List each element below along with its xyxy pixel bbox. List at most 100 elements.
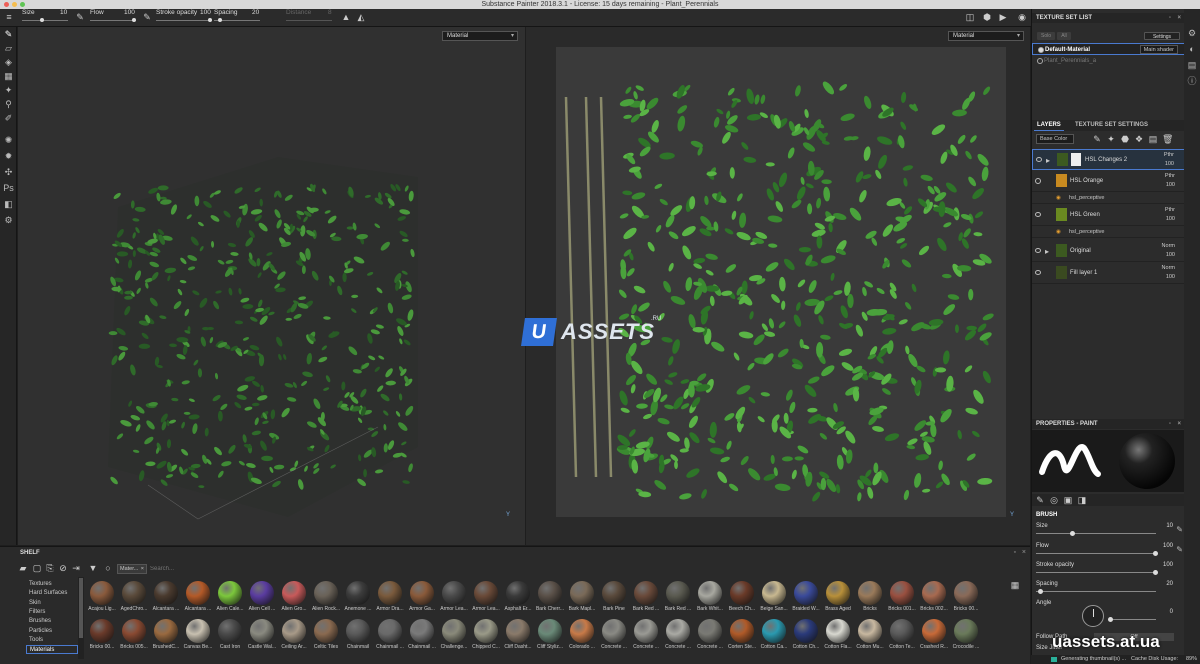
material-thumbnail[interactable]: Chainmail ...	[408, 619, 436, 655]
photoshop-export-icon[interactable]: Ps	[3, 183, 14, 194]
material-thumbnail[interactable]: Alien Gro...	[281, 581, 307, 617]
visibility-eye-icon[interactable]	[1035, 270, 1041, 275]
light-icon[interactable]: ✹	[3, 151, 14, 162]
close-panel-icon[interactable]: ×	[1022, 549, 1026, 556]
blend-mode-select[interactable]: Pthr	[1165, 173, 1175, 179]
grid-view-icon[interactable]: ▦	[1010, 580, 1020, 590]
visibility-eye-icon[interactable]	[1036, 157, 1042, 162]
toolbar-spacing-knob[interactable]	[218, 18, 222, 22]
add-folder-icon[interactable]: ▤	[1148, 134, 1158, 144]
material-thumbnail[interactable]: Bricks 00...	[953, 581, 979, 617]
effect-hsl-perceptive[interactable]: ◉ hsl_perceptive	[1032, 193, 1185, 204]
layer-original[interactable]: ▸ Original Norm 100	[1032, 241, 1185, 262]
prop-angle-knob[interactable]	[1108, 617, 1113, 622]
material-thumbnail[interactable]: Castle Wal...	[248, 619, 276, 655]
toolbar-stroke-slider[interactable]	[156, 20, 212, 21]
radio-icon[interactable]	[1037, 58, 1043, 64]
prop-spacing-slider[interactable]	[1036, 591, 1156, 592]
viewer-settings-icon[interactable]: ▤	[1187, 60, 1197, 70]
settings-dropdown[interactable]: Settings	[1144, 32, 1180, 40]
shelf-category-particles[interactable]: Particles	[26, 627, 78, 636]
material-thumbnail[interactable]: Colorado ...	[569, 619, 595, 655]
polygon-fill-icon[interactable]: ▦	[3, 71, 14, 82]
material-thumbnail[interactable]: Concrete ...	[697, 619, 723, 655]
stencil-tab-icon[interactable]: ▣	[1063, 495, 1073, 505]
blend-mode-select[interactable]: Norm	[1162, 265, 1175, 271]
shelf-category-textures[interactable]: Textures	[26, 580, 78, 589]
cube-view-icon[interactable]: ⬢	[982, 12, 992, 22]
material-thumbnail[interactable]: Celtic Tiles	[313, 619, 339, 655]
prop-stroke-slider[interactable]	[1036, 572, 1156, 573]
window-controls[interactable]	[4, 2, 25, 7]
projection-icon[interactable]: ◈	[3, 57, 14, 68]
material-thumbnail[interactable]: Armor Ga...	[409, 581, 435, 617]
prop-spacing-value[interactable]: 20	[1166, 581, 1173, 587]
clear-filter-icon[interactable]: ○	[103, 563, 113, 573]
toolbar-size-slider[interactable]	[22, 20, 68, 21]
layer-hsl-green[interactable]: HSL Green Pthr 100	[1032, 205, 1185, 226]
prop-size-value[interactable]: 10	[1166, 523, 1173, 529]
add-effect-icon[interactable]: ✎	[1092, 134, 1102, 144]
minimize-window-icon[interactable]	[12, 2, 17, 7]
prop-stroke-knob[interactable]	[1153, 570, 1158, 575]
filter-tag-chip[interactable]: Mater... ×	[117, 564, 147, 574]
toolbar-size-knob[interactable]	[40, 18, 44, 22]
pen-pressure-icon[interactable]: ✎	[75, 12, 85, 22]
camera-video-icon[interactable]: ▶	[998, 12, 1008, 22]
material-thumbnail[interactable]: Asphalt Er...	[505, 581, 531, 617]
material-thumbnail[interactable]: Cotton Te...	[889, 619, 915, 655]
material-thumbnail[interactable]: Chainmail	[345, 619, 371, 655]
add-mask-icon[interactable]: ✦	[1106, 134, 1116, 144]
material-thumbnail[interactable]: Beige San...	[760, 581, 788, 617]
visibility-eye-icon[interactable]	[1035, 248, 1041, 253]
prop-angle-value[interactable]: 0	[1170, 609, 1173, 615]
material-thumbnail[interactable]: Cliff Dasht...	[504, 619, 532, 655]
visibility-off-icon[interactable]	[1035, 178, 1041, 184]
color-picker-icon[interactable]: ✐	[3, 113, 14, 124]
toolbar-flow-knob[interactable]	[132, 18, 136, 22]
material-thumbnail[interactable]: Cliff Styliz...	[537, 619, 563, 655]
opacity-value[interactable]: 100	[1166, 216, 1175, 222]
prop-size-slider[interactable]	[1036, 533, 1156, 534]
material-thumbnail[interactable]: Armor Lea...	[440, 581, 468, 617]
material-thumbnail[interactable]: Chipped C...	[472, 619, 500, 655]
material-thumbnail[interactable]: Braided W...	[792, 581, 820, 617]
new-shelf-icon[interactable]: ▢	[32, 563, 42, 573]
toolbar-flow-slider[interactable]	[90, 20, 136, 21]
paint-brush-icon[interactable]: ✎	[3, 29, 14, 40]
eraser-icon[interactable]: ▱	[3, 43, 14, 54]
remove-tag-icon[interactable]: ×	[141, 565, 144, 573]
pen-pressure-icon[interactable]: ✎	[142, 12, 152, 22]
tab-layers[interactable]: LAYERS	[1034, 120, 1064, 131]
material-thumbnail[interactable]: Alien Rock...	[312, 581, 340, 617]
shader-select[interactable]: Main shader	[1139, 45, 1178, 54]
shelf-category-brushes[interactable]: Brushes	[26, 617, 78, 626]
material-thumbnail[interactable]: Anemone ...	[345, 581, 371, 617]
filter-icon[interactable]: ▼	[88, 563, 98, 573]
material-thumbnail[interactable]: Cast Iron	[217, 619, 243, 655]
close-panel-icon[interactable]: ×	[1177, 13, 1181, 23]
layer-hsl-orange[interactable]: HSL Orange Pthr 100	[1032, 171, 1185, 192]
material-thumbnail[interactable]: Bricks 002...	[920, 581, 948, 617]
material-thumbnail[interactable]: AgedChro...	[121, 581, 147, 617]
material-thumbnail[interactable]: Canvas Be...	[184, 619, 212, 655]
undock-icon[interactable]: ▫	[1169, 419, 1171, 429]
close-panel-icon[interactable]: ×	[1177, 419, 1181, 429]
export-icon[interactable]: ⇥	[71, 563, 81, 573]
import-icon[interactable]: ⎘	[45, 563, 55, 573]
material-thumbnail[interactable]: Alcantara ...	[185, 581, 211, 617]
undock-icon[interactable]: ▫	[1169, 13, 1171, 23]
angle-dial[interactable]	[1082, 605, 1104, 627]
opacity-value[interactable]: 100	[1166, 252, 1175, 258]
material-thumbnail[interactable]: Acajou Lig...	[88, 581, 116, 617]
material-thumbnail[interactable]: Crashed R...	[920, 619, 948, 655]
add-fill-layer-icon[interactable]: ⬣	[1120, 134, 1130, 144]
shelf-search-input[interactable]	[150, 564, 350, 574]
hide-icon[interactable]: ⊘	[58, 563, 68, 573]
shelf-category-materials[interactable]: Materials	[26, 645, 78, 655]
blend-mode-select[interactable]: Pthr	[1165, 207, 1175, 213]
brush-settings-icon[interactable]: ≡	[4, 12, 14, 22]
layer-fill-layer-1[interactable]: Fill layer 1 Norm 100	[1032, 263, 1185, 284]
material-thumbnail[interactable]: Alien Cell ...	[249, 581, 275, 617]
material-thumbnail[interactable]: Cotton Fla...	[824, 619, 852, 655]
